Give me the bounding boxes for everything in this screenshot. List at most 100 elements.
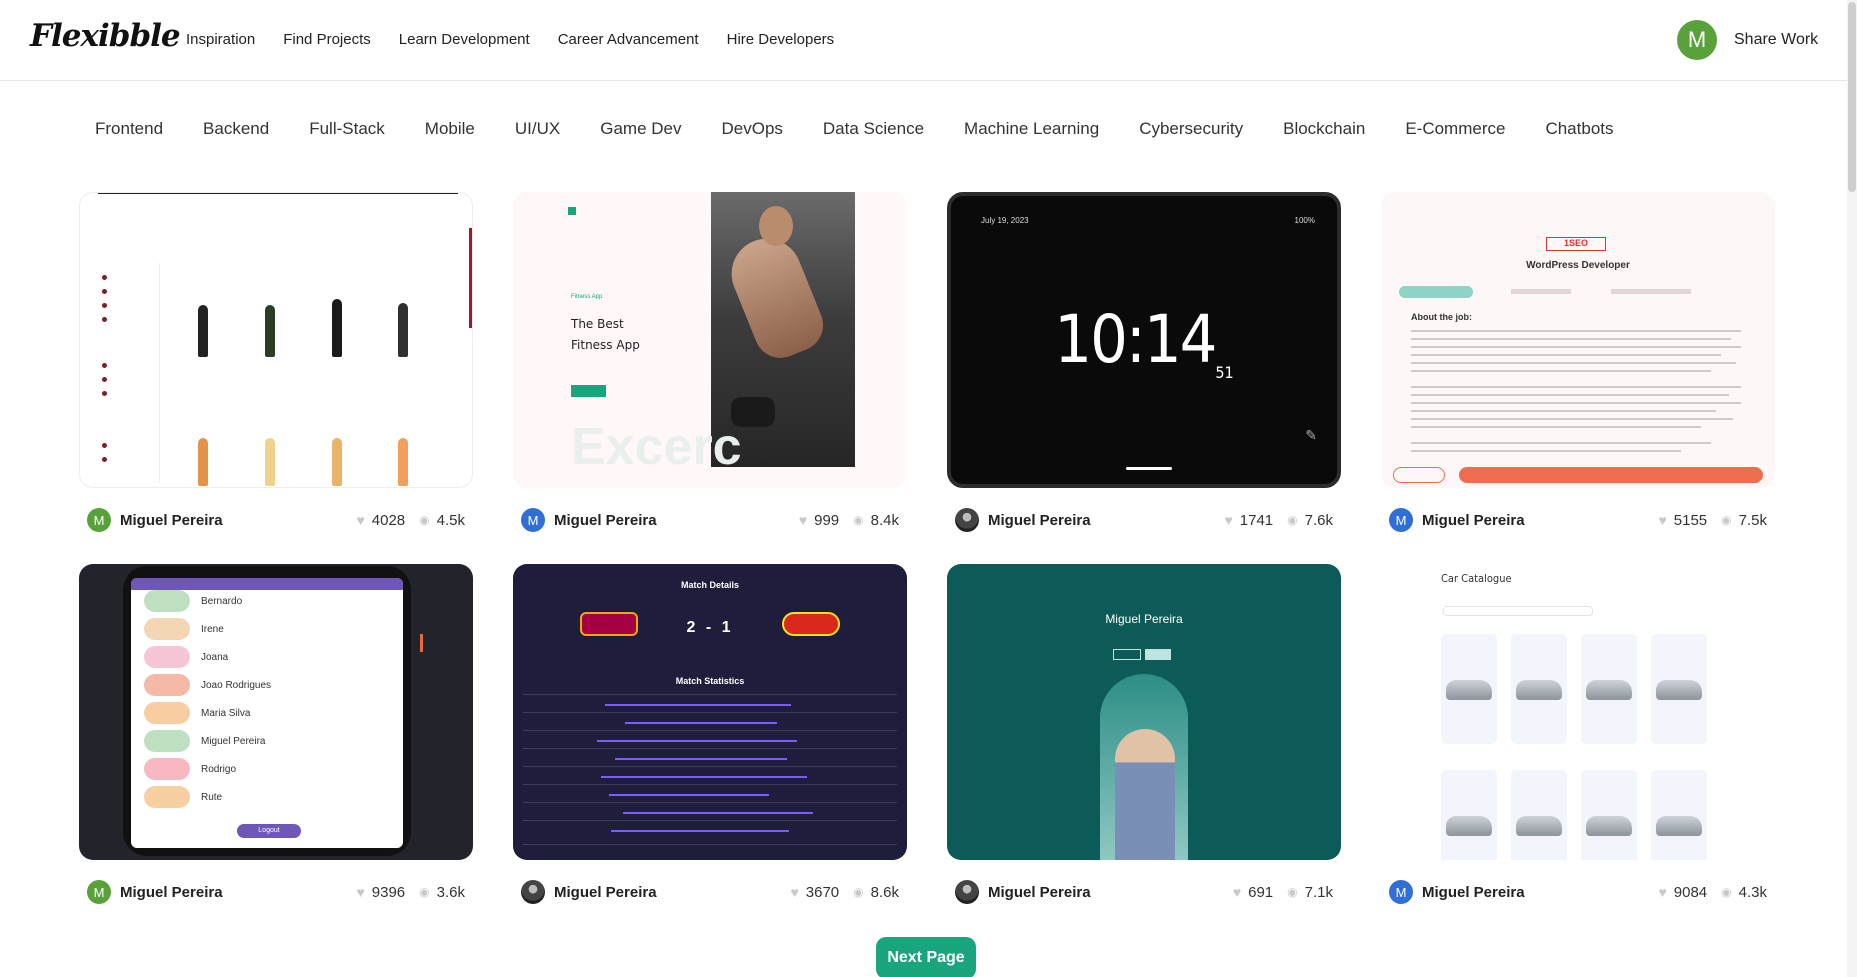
author-name[interactable]: Miguel Pereira	[1422, 512, 1658, 529]
author-name[interactable]: Miguel Pereira	[120, 512, 356, 529]
thumb-tab	[1511, 289, 1571, 294]
thumb-dot	[102, 303, 107, 308]
heart-icon[interactable]: ♥	[1658, 512, 1666, 528]
next-page-button[interactable]: Next Page	[876, 937, 976, 977]
nav-link-career-advancement[interactable]: Career Advancement	[558, 31, 699, 48]
eye-icon: ◉	[853, 513, 864, 527]
heart-icon[interactable]: ♥	[799, 512, 807, 528]
wine-bottle	[198, 438, 208, 486]
author-avatar[interactable]: M	[521, 508, 545, 532]
project-thumbnail[interactable]: Bernardo Irene Joana Joao Rodrigues Mari…	[79, 564, 473, 860]
clock-seconds: 51	[1215, 363, 1234, 382]
views-count: 3.6k	[436, 883, 465, 901]
contact-name: Rodrigo	[201, 764, 237, 775]
user-avatar[interactable]: M	[1677, 20, 1717, 60]
thumb-text-line	[1411, 338, 1731, 340]
category-machine-learning[interactable]: Machine Learning	[964, 119, 1099, 139]
project-meta: Miguel Pereira ♥ 3670 ◉ 8.6k	[513, 866, 907, 918]
wine-bottle	[198, 305, 208, 357]
heart-icon[interactable]: ♥	[1224, 512, 1232, 528]
category-devops[interactable]: DevOps	[721, 119, 782, 139]
project-thumbnail[interactable]: Fitness App The Best Fitness App Excerc	[513, 192, 907, 488]
thumb-accent-bar	[469, 228, 472, 328]
author-name[interactable]: Miguel Pereira	[120, 884, 356, 901]
likes-count: 1741	[1239, 511, 1274, 529]
share-work-button[interactable]: Share Work	[1734, 31, 1818, 49]
project-card: 1SEO WordPress Developer About the job:	[1381, 192, 1775, 564]
wine-bottle	[398, 303, 408, 357]
nav-link-learn-development[interactable]: Learn Development	[399, 31, 530, 48]
views-count: 7.5k	[1738, 511, 1767, 529]
project-card: Miguel Pereira Miguel Pereira ♥ 691 ◉ 7.…	[947, 564, 1341, 936]
thumb-portrait	[1115, 729, 1175, 860]
nav-link-find-projects[interactable]: Find Projects	[283, 31, 371, 48]
author-avatar[interactable]: M	[87, 508, 111, 532]
author-name[interactable]: Miguel Pereira	[988, 512, 1224, 529]
thumb-dot	[102, 391, 107, 396]
stat-row	[523, 802, 897, 803]
contact-avatar	[144, 618, 190, 640]
eye-icon: ◉	[1287, 513, 1298, 527]
nav-link-hire-developers[interactable]: Hire Developers	[727, 31, 835, 48]
author-avatar[interactable]	[955, 508, 979, 532]
category-backend[interactable]: Backend	[203, 119, 269, 139]
heart-icon[interactable]: ♥	[790, 884, 798, 900]
project-thumbnail[interactable]: Miguel Pereira	[947, 564, 1341, 860]
category-e-commerce[interactable]: E-Commerce	[1405, 119, 1505, 139]
author-avatar[interactable]	[521, 880, 545, 904]
category-game-dev[interactable]: Game Dev	[600, 119, 681, 139]
category-data-science[interactable]: Data Science	[823, 119, 924, 139]
thumb-dot	[102, 443, 107, 448]
author-name[interactable]: Miguel Pereira	[554, 884, 790, 901]
author-avatar[interactable]: M	[1389, 508, 1413, 532]
category-ui-ux[interactable]: UI/UX	[515, 119, 560, 139]
category-mobile[interactable]: Mobile	[425, 119, 475, 139]
thumb-company-logo: 1SEO	[1546, 237, 1606, 251]
heart-icon[interactable]: ♥	[356, 512, 364, 528]
scrollbar-thumb[interactable]	[1848, 2, 1856, 192]
likes-count: 4028	[371, 511, 406, 529]
category-frontend[interactable]: Frontend	[95, 119, 163, 139]
author-name[interactable]: Miguel Pereira	[1422, 884, 1658, 901]
thumb-text-line	[1411, 418, 1733, 420]
project-card: M Miguel Pereira ♥ 4028 ◉ 4.5k	[79, 192, 473, 564]
car-card	[1651, 770, 1707, 860]
author-name[interactable]: Miguel Pereira	[988, 884, 1233, 901]
thumb-tag: Fitness App	[571, 294, 603, 300]
car-card	[1441, 770, 1497, 860]
heart-icon[interactable]: ♥	[1233, 884, 1241, 900]
home-indicator	[1126, 467, 1172, 470]
likes-count: 999	[814, 511, 840, 529]
author-avatar[interactable]: M	[87, 880, 111, 904]
wrench-icon: ✎	[1305, 427, 1317, 443]
page-scrollbar[interactable]	[1847, 0, 1857, 977]
thumb-search	[1443, 606, 1593, 616]
project-thumbnail[interactable]: 1SEO WordPress Developer About the job:	[1381, 192, 1775, 488]
views-count: 4.3k	[1738, 883, 1767, 901]
thumb-title-line1: The Best	[571, 317, 624, 331]
category-blockchain[interactable]: Blockchain	[1283, 119, 1365, 139]
project-thumbnail[interactable]	[79, 192, 473, 488]
author-name[interactable]: Miguel Pereira	[554, 512, 799, 529]
nav-link-inspiration[interactable]: Inspiration	[186, 31, 255, 48]
category-cybersecurity[interactable]: Cybersecurity	[1139, 119, 1243, 139]
project-meta: M Miguel Pereira ♥ 9396 ◉ 3.6k	[79, 866, 473, 918]
thumb-text-line	[1411, 426, 1701, 428]
heart-icon[interactable]: ♥	[356, 884, 364, 900]
thumb-battery: 100%	[1294, 216, 1315, 225]
car-image	[1446, 816, 1492, 836]
stat-bar	[601, 776, 807, 778]
category-full-stack[interactable]: Full-Stack	[309, 119, 385, 139]
thumb-button-filled	[1145, 649, 1171, 660]
likes-count: 9084	[1673, 883, 1708, 901]
category-chatbots[interactable]: Chatbots	[1545, 119, 1613, 139]
car-card	[1581, 634, 1637, 744]
author-avatar[interactable]: M	[1389, 880, 1413, 904]
heart-icon[interactable]: ♥	[1658, 884, 1666, 900]
likes-count: 691	[1248, 883, 1274, 901]
project-thumbnail[interactable]: Car Catalogue	[1381, 564, 1775, 860]
project-thumbnail[interactable]: Match Details 2 - 1 Match Statistics	[513, 564, 907, 860]
author-avatar[interactable]	[955, 880, 979, 904]
project-thumbnail[interactable]: July 19, 2023 100% 10:1451 ✎	[947, 192, 1341, 488]
logo[interactable]: Flexibble	[30, 18, 181, 54]
